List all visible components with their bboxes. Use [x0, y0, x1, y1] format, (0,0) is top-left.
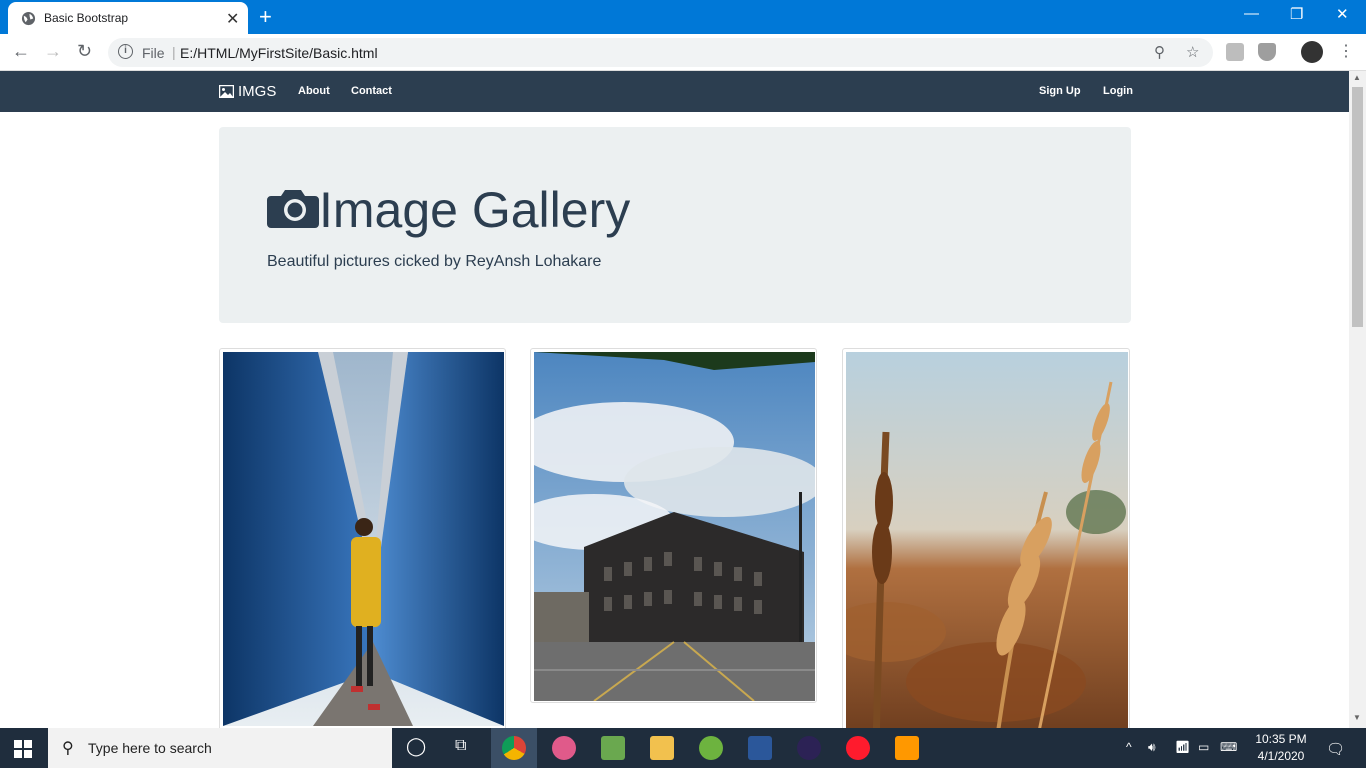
close-tab-icon[interactable]: ✕ [226, 9, 239, 29]
brand-link[interactable]: IMGS [219, 83, 276, 100]
browser-toolbar: ← → ↻ i File | E:/HTML/MyFirstSite/Basic… [0, 34, 1366, 71]
separator: | [172, 44, 176, 60]
page-viewport: IMGS About Contact Sign Up Login Image G… [0, 71, 1349, 728]
page-scrollbar[interactable]: ▲ ▼ [1349, 71, 1366, 728]
spring-icon[interactable] [699, 736, 723, 760]
browser-tab[interactable]: Basic Bootstrap ✕ [8, 2, 248, 34]
gallery-thumbnail-3[interactable] [842, 348, 1130, 728]
restore-icon[interactable]: ❐ [1290, 5, 1303, 23]
forward-icon[interactable]: → [44, 41, 62, 62]
gallery-thumbnail-1[interactable] [219, 348, 506, 728]
nav-sign-up[interactable]: Sign Up [1039, 85, 1081, 97]
address-bar[interactable]: i File | E:/HTML/MyFirstSite/Basic.html … [108, 38, 1213, 67]
camera-icon [267, 190, 319, 228]
battery-icon[interactable]: ▭ [1198, 740, 1209, 754]
taskbar-clock[interactable]: 10:35 PM 4/1/2020 [1250, 731, 1312, 765]
sheet-icon[interactable] [601, 736, 625, 760]
profile-avatar[interactable] [1301, 41, 1323, 63]
chrome-icon [502, 736, 526, 760]
gallery-thumbnail-2[interactable] [530, 348, 817, 703]
search-placeholder: Type here to search [88, 740, 212, 756]
train-alley-photo [223, 352, 504, 726]
page-subtitle: Beautiful pictures cicked by ReyAnsh Loh… [267, 253, 602, 270]
browser-tabbar: Basic Bootstrap ✕ + — ❐ ✕ [0, 0, 1366, 34]
extension-icon[interactable] [1226, 43, 1244, 61]
paint-icon[interactable] [552, 736, 576, 760]
opera-icon[interactable] [846, 736, 870, 760]
picture-icon [219, 85, 234, 98]
search-icon: ⚲ [62, 740, 74, 757]
zoom-icon[interactable]: ⚲ [1154, 43, 1165, 61]
reload-icon[interactable]: ↻ [77, 41, 92, 62]
star-icon[interactable]: ☆ [1186, 43, 1199, 61]
nav-login[interactable]: Login [1103, 85, 1133, 97]
wifi-icon[interactable]: 📶︎ [1175, 740, 1190, 754]
wheat-photo [846, 352, 1128, 728]
cortana-icon[interactable]: ◯ [406, 736, 426, 757]
file-label: File [142, 45, 165, 61]
back-icon[interactable]: ← [12, 41, 30, 62]
scrollbar-thumb[interactable] [1352, 87, 1363, 327]
building-photo [534, 352, 815, 701]
scroll-down-icon[interactable]: ▼ [1353, 713, 1361, 722]
nav-contact[interactable]: Contact [351, 85, 392, 97]
title-text: Image Gallery [319, 182, 631, 238]
chevron-up-icon[interactable]: ^ [1126, 740, 1132, 754]
volume-icon[interactable]: 🔊︎ [1148, 740, 1156, 755]
clock-date: 4/1/2020 [1257, 749, 1305, 763]
word-icon[interactable] [748, 736, 772, 760]
eclipse-icon[interactable] [797, 736, 821, 760]
site-navbar: IMGS About Contact Sign Up Login [0, 71, 1349, 112]
notifications-icon[interactable]: 🗨︎ [1326, 740, 1345, 758]
task-view-icon[interactable]: ⧉ [455, 737, 466, 755]
brand-label: IMGS [238, 83, 277, 100]
new-tab-icon[interactable]: + [259, 4, 272, 30]
url-text[interactable]: E:/HTML/MyFirstSite/Basic.html [180, 45, 378, 61]
minimize-icon[interactable]: — [1244, 5, 1259, 22]
chrome-taskbar-button[interactable] [491, 728, 537, 768]
menu-icon[interactable]: ⋮ [1338, 41, 1354, 61]
keyboard-icon[interactable]: ⌨ [1220, 740, 1237, 754]
close-window-icon[interactable]: ✕ [1336, 5, 1349, 23]
windows-taskbar: ⚲ Type here to search ◯ ⧉ ^ 🔊︎ 📶︎ ▭ ⌨ 10… [0, 728, 1366, 768]
taskbar-search-box[interactable]: ⚲ Type here to search [48, 728, 392, 768]
clock-time: 10:35 PM [1255, 732, 1307, 746]
scroll-up-icon[interactable]: ▲ [1353, 73, 1361, 82]
page-title: Image Gallery [267, 185, 630, 235]
jumbotron: Image Gallery Beautiful pictures cicked … [219, 127, 1131, 323]
windows-start-icon[interactable] [14, 740, 32, 758]
folder-icon[interactable] [650, 736, 674, 760]
shield-icon[interactable] [1258, 43, 1276, 61]
sublime-icon[interactable] [895, 736, 919, 760]
info-icon[interactable]: i [118, 44, 133, 59]
tab-title: Basic Bootstrap [44, 11, 129, 25]
nav-about[interactable]: About [298, 85, 330, 97]
globe-icon [21, 11, 36, 26]
